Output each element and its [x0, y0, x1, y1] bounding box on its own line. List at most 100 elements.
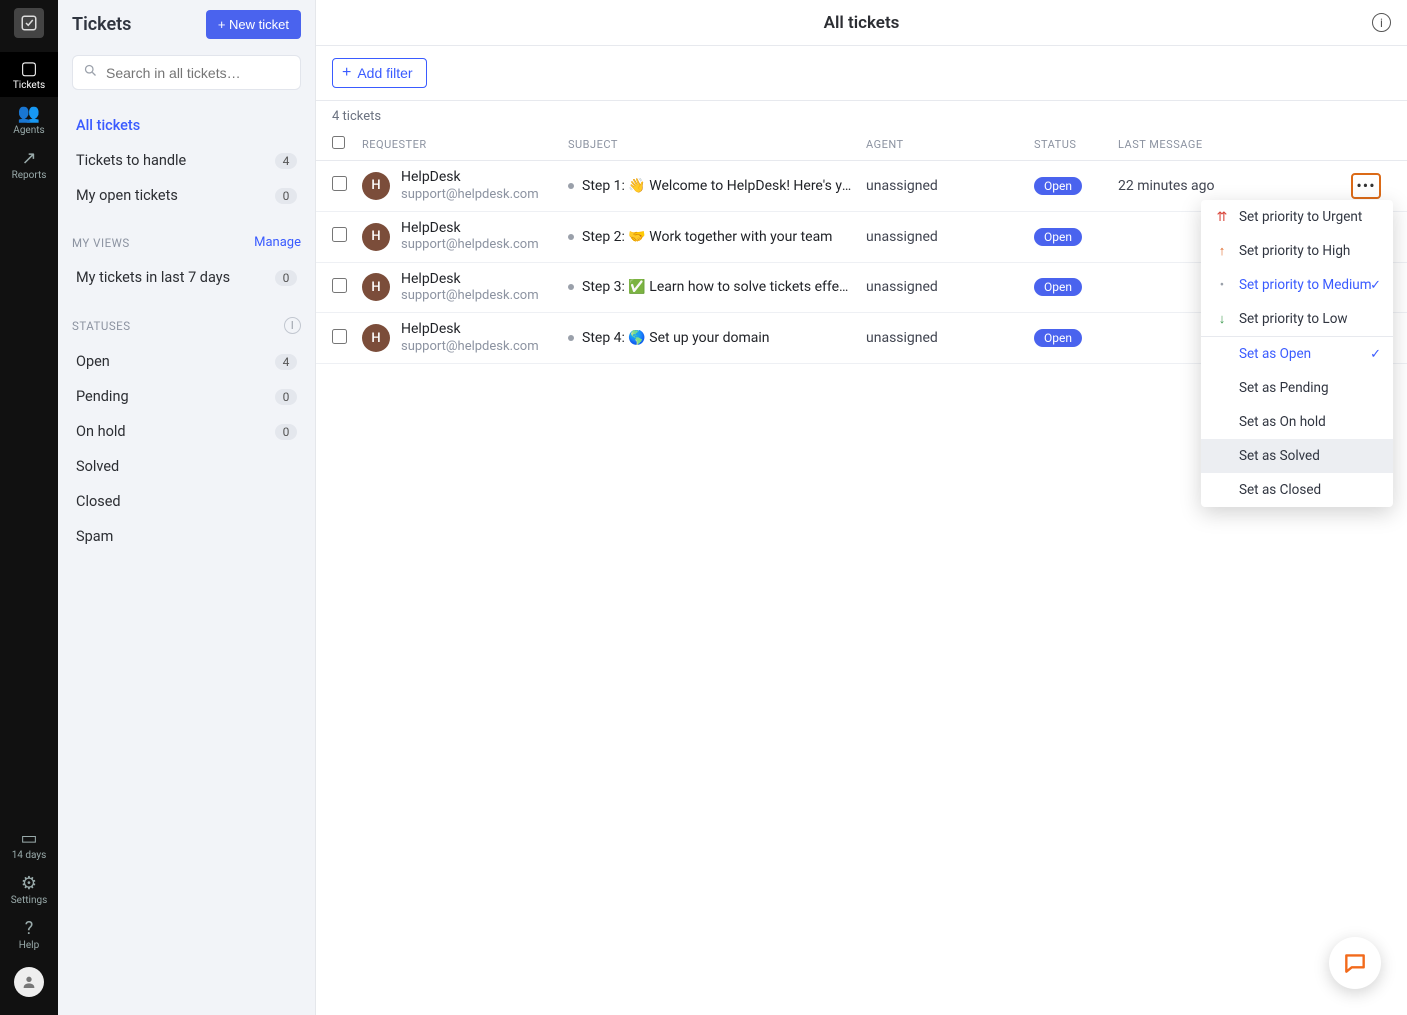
page-title: All tickets: [824, 13, 900, 33]
ticket-agent: unassigned: [866, 178, 938, 194]
requester-email: support@helpdesk.com: [401, 288, 539, 304]
requester-email: support@helpdesk.com: [401, 237, 539, 253]
main-panel: All tickets i + Add filter 4 tickets REQ…: [316, 0, 1407, 1015]
requester-email: support@helpdesk.com: [401, 339, 539, 355]
col-status[interactable]: STATUS: [1034, 138, 1118, 151]
select-all-checkbox[interactable]: [332, 136, 345, 149]
tickets-icon: ▢: [0, 60, 58, 78]
priority-icon: •: [1215, 278, 1229, 293]
sidebar-item-my-tickets-in-last-7-days[interactable]: My tickets in last 7 days0: [64, 260, 309, 295]
sidebar-item-label: All tickets: [76, 117, 140, 134]
ticket-agent: unassigned: [866, 279, 938, 295]
col-agent[interactable]: AGENT: [866, 138, 1034, 151]
requester-avatar: H: [362, 273, 390, 301]
sidebar-item-open[interactable]: Open4: [64, 344, 309, 379]
sidebar-item-pending[interactable]: Pending0: [64, 379, 309, 414]
rail-item-14-days[interactable]: ▭14 days: [0, 822, 58, 867]
requester-name: HelpDesk: [401, 220, 539, 238]
row-checkbox[interactable]: [332, 329, 347, 344]
requester-name: HelpDesk: [401, 169, 539, 187]
dropdown-item-set-as-pending[interactable]: Set as Pending: [1201, 371, 1393, 405]
row-checkbox[interactable]: [332, 176, 347, 191]
sidebar-item-spam[interactable]: Spam: [64, 519, 309, 554]
settings-icon: ⚙: [0, 875, 58, 893]
count-badge: 4: [275, 153, 297, 169]
add-filter-label: Add filter: [357, 65, 412, 81]
chat-icon: [1342, 950, 1368, 976]
priority-icon: ⇈: [1215, 210, 1229, 225]
ticket-agent: unassigned: [866, 330, 938, 346]
unread-dot-icon: [568, 183, 574, 189]
dropdown-item-label: Set as Closed: [1239, 482, 1321, 498]
sidebar-item-solved[interactable]: Solved: [64, 449, 309, 484]
dropdown-item-set-priority-to-low[interactable]: ↓ Set priority to Low: [1201, 302, 1393, 336]
dropdown-item-set-as-open[interactable]: Set as Open✓: [1201, 337, 1393, 371]
plus-icon: +: [342, 65, 351, 81]
requester-name: HelpDesk: [401, 321, 539, 339]
col-last-message[interactable]: LAST MESSAGE: [1118, 138, 1351, 151]
ticket-subject: Step 3: ✅ Learn how to solve tickets eff…: [582, 279, 852, 295]
app-logo: [14, 8, 44, 38]
dropdown-item-label: Set priority to Urgent: [1239, 209, 1362, 225]
rail-item-settings[interactable]: ⚙Settings: [0, 867, 58, 912]
last-message-time: 22 minutes ago: [1118, 178, 1215, 194]
rail-item-tickets[interactable]: ▢Tickets: [0, 52, 58, 97]
dropdown-item-set-priority-to-high[interactable]: ↑Set priority to High: [1201, 234, 1393, 268]
requester-avatar: H: [362, 172, 390, 200]
sidebar-item-my-open-tickets[interactable]: My open tickets0: [64, 178, 309, 213]
rail-item-help[interactable]: ?Help: [0, 912, 58, 957]
dropdown-item-label: Set as Solved: [1239, 448, 1320, 464]
dropdown-item-label: Set as Pending: [1239, 380, 1329, 396]
more-icon: •••: [1356, 176, 1375, 195]
dropdown-item-set-as-solved[interactable]: Set as Solved: [1201, 439, 1393, 473]
user-avatar[interactable]: [14, 967, 44, 997]
unread-dot-icon: [568, 234, 574, 240]
status-badge: Open: [1034, 278, 1082, 296]
dropdown-item-label: Set priority to Medium: [1239, 277, 1372, 293]
ticket-subject: Step 2: 🤝 Work together with your team: [582, 229, 832, 245]
header-info-icon[interactable]: i: [1372, 13, 1391, 32]
dropdown-item-label: Set as On hold: [1239, 414, 1326, 430]
col-requester[interactable]: REQUESTER: [362, 138, 568, 151]
check-icon: ✓: [1370, 347, 1381, 362]
reports-icon: ↗: [0, 150, 58, 168]
sidebar-item-label: Open: [76, 353, 110, 370]
add-filter-button[interactable]: + Add filter: [332, 58, 427, 88]
dropdown-item-set-priority-to-medium[interactable]: • Set priority to Medium✓: [1201, 268, 1393, 302]
manage-views-link[interactable]: Manage: [254, 235, 301, 250]
col-subject[interactable]: SUBJECT: [568, 138, 866, 151]
dropdown-item-set-as-closed[interactable]: Set as Closed: [1201, 473, 1393, 507]
sidebar-item-on-hold[interactable]: On hold0: [64, 414, 309, 449]
count-badge: 0: [275, 424, 297, 440]
ticket-agent: unassigned: [866, 229, 938, 245]
search-input[interactable]: [106, 65, 290, 81]
check-icon: ✓: [1370, 278, 1381, 293]
unread-dot-icon: [568, 284, 574, 290]
statuses-header: STATUSES: [72, 319, 131, 333]
views-header: MY VIEWS: [72, 236, 130, 250]
row-actions-dropdown: ⇈ Set priority to Urgent ↑Set priority to …: [1201, 200, 1393, 507]
chat-fab[interactable]: [1329, 937, 1381, 989]
rail-item-reports[interactable]: ↗Reports: [0, 142, 58, 187]
rail-item-agents[interactable]: 👥Agents: [0, 97, 58, 142]
row-checkbox[interactable]: [332, 227, 347, 242]
new-ticket-button[interactable]: + New ticket: [206, 10, 301, 39]
sidebar: Tickets + New ticket All ticketsTickets …: [58, 0, 316, 1015]
search-input-wrap[interactable]: [72, 55, 301, 90]
sidebar-item-label: Spam: [76, 528, 113, 545]
row-actions-button[interactable]: •••: [1351, 173, 1381, 199]
help-icon: ?: [0, 920, 58, 938]
table-header: REQUESTER SUBJECT AGENT STATUS LAST MESS…: [316, 130, 1407, 161]
dropdown-item-label: Set priority to Low: [1239, 311, 1348, 327]
ticket-subject: Step 4: 🌎 Set up your domain: [582, 330, 769, 346]
sidebar-item-tickets-to-handle[interactable]: Tickets to handle4: [64, 143, 309, 178]
row-checkbox[interactable]: [332, 278, 347, 293]
requester-avatar: H: [362, 324, 390, 352]
sidebar-item-all-tickets[interactable]: All tickets: [64, 108, 309, 143]
info-icon[interactable]: i: [284, 317, 301, 334]
dropdown-item-label: Set priority to High: [1239, 243, 1350, 259]
sidebar-item-closed[interactable]: Closed: [64, 484, 309, 519]
priority-icon: ↓: [1215, 311, 1229, 327]
dropdown-item-set-priority-to-urgent[interactable]: ⇈ Set priority to Urgent: [1201, 200, 1393, 234]
dropdown-item-set-as-on-hold[interactable]: Set as On hold: [1201, 405, 1393, 439]
